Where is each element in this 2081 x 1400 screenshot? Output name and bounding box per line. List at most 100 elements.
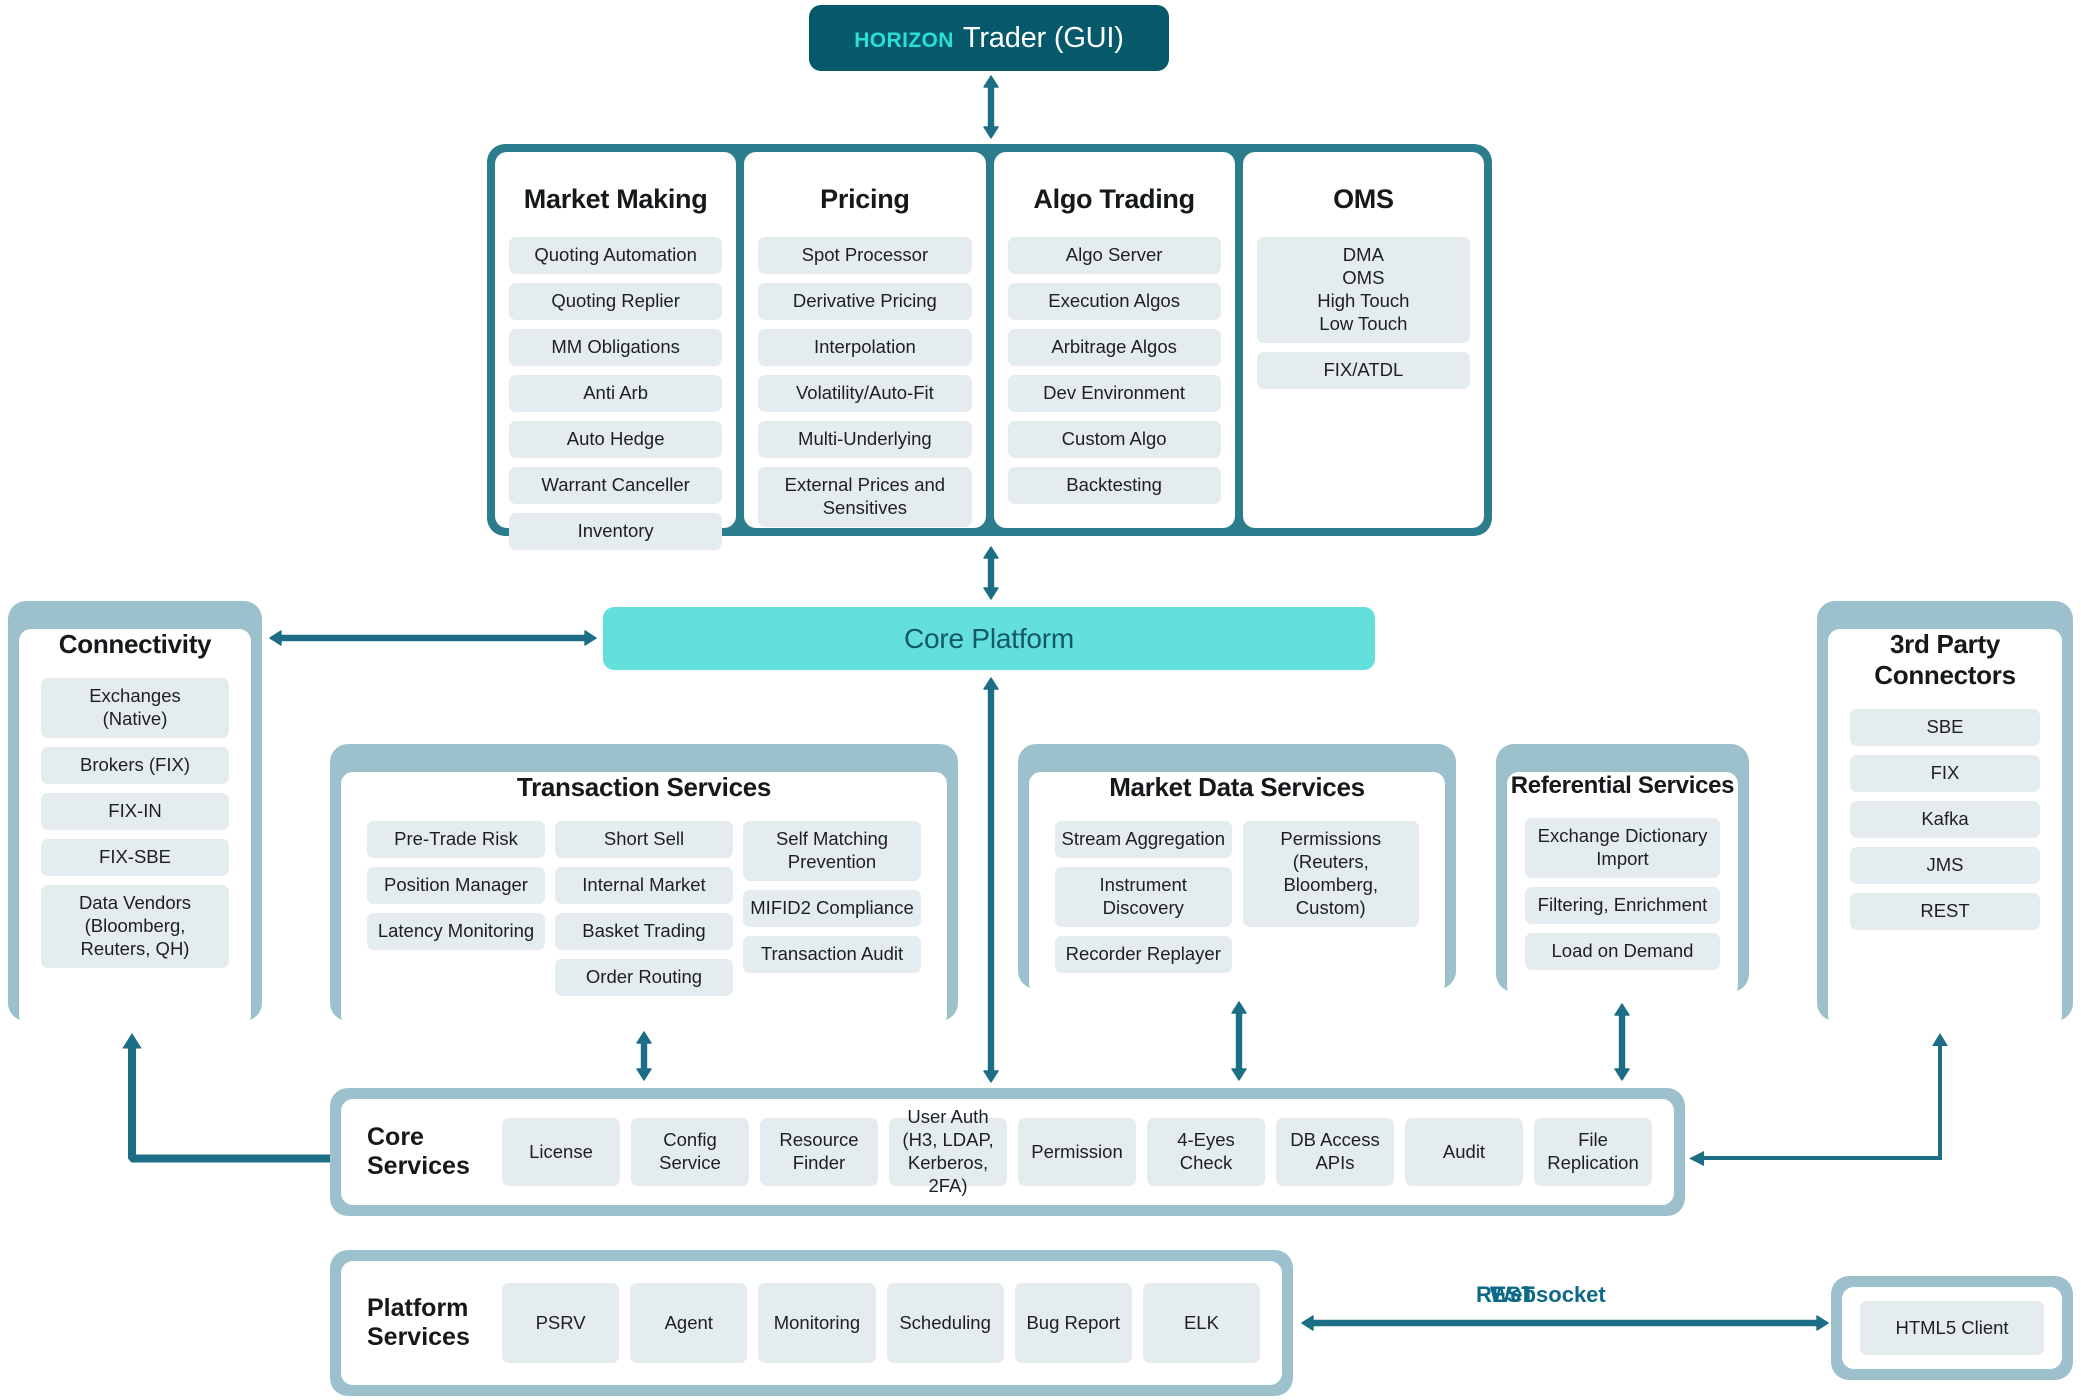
- connectivity-item[interactable]: Brokers (FIX): [41, 746, 229, 784]
- html5-client-panel: HTML5 Client: [1831, 1276, 2073, 1380]
- transaction-services-item[interactable]: Basket Trading: [555, 912, 733, 950]
- transaction-services-item[interactable]: MIFID2 Compliance: [743, 889, 921, 927]
- websocket-label: Websocket: [1490, 1282, 1606, 1307]
- transaction-services-column: Pre-Trade Risk Position Manager Latency …: [367, 821, 545, 959]
- core-platform-bar[interactable]: Core Platform: [603, 607, 1375, 670]
- transaction-services-item[interactable]: Pre-Trade Risk: [367, 821, 545, 858]
- header-subtitle: Trader (GUI): [962, 21, 1124, 54]
- transaction-services-columns: Pre-Trade Risk Position Manager Latency …: [341, 821, 947, 1005]
- transaction-services-column: Short Sell Internal Market Basket Tradin…: [555, 821, 733, 1005]
- app-item[interactable]: Auto Hedge: [509, 420, 723, 458]
- market-data-services-item[interactable]: Permissions (Reuters, Bloomberg, Custom): [1242, 821, 1419, 927]
- market-data-services-title: Market Data Services: [1109, 772, 1365, 802]
- core-services-item[interactable]: License: [502, 1118, 620, 1186]
- connector-market-data-to-core-services: [1229, 1000, 1249, 1082]
- trading-applications-panel: Market Making Quoting Automation Quoting…: [487, 144, 1492, 550]
- platform-services-item[interactable]: Monitoring: [758, 1283, 876, 1363]
- core-services-item[interactable]: Permission: [1018, 1118, 1136, 1186]
- core-services-item[interactable]: DB Access APIs: [1276, 1118, 1394, 1186]
- market-data-services-item[interactable]: Stream Aggregation: [1055, 821, 1232, 858]
- app-item[interactable]: Arbitrage Algos: [1007, 328, 1221, 366]
- html5-client-inner: HTML5 Client: [1842, 1287, 2062, 1369]
- platform-services-inner: Platform Services PSRV Agent Monitoring …: [341, 1261, 1282, 1385]
- app-item[interactable]: Spot Processor: [758, 237, 972, 274]
- app-item[interactable]: MM Obligations: [509, 328, 723, 366]
- platform-services-row: Platform Services PSRV Agent Monitoring …: [341, 1261, 1282, 1385]
- platform-services-label: Platform Services: [367, 1294, 470, 1351]
- core-services-item[interactable]: Config Service: [631, 1118, 749, 1186]
- connector-apps-to-core-platform: [981, 545, 1001, 601]
- core-services-item[interactable]: File Replication: [1534, 1118, 1652, 1186]
- transaction-services-item[interactable]: Latency Monitoring: [367, 912, 545, 950]
- connectivity-item[interactable]: Exchanges (Native): [41, 678, 229, 738]
- app-item[interactable]: Custom Algo: [1007, 420, 1221, 458]
- app-item[interactable]: Quoting Replier: [509, 282, 723, 320]
- referential-services-item[interactable]: Exchange Dictionary Import: [1525, 818, 1720, 878]
- app-item[interactable]: Execution Algos: [1007, 282, 1221, 320]
- connectivity-item[interactable]: Data Vendors (Bloomberg, Reuters, QH): [41, 884, 229, 968]
- connectivity-inner: Connectivity Exchanges (Native) Brokers …: [19, 629, 251, 1027]
- app-item[interactable]: DMA OMS High Touch Low Touch: [1256, 237, 1470, 343]
- app-item[interactable]: Dev Environment: [1007, 374, 1221, 412]
- core-services-item[interactable]: User Auth (H3, LDAP, Kerberos, 2FA): [889, 1106, 1007, 1196]
- connectivity-item[interactable]: FIX-SBE: [41, 838, 229, 876]
- platform-services-item[interactable]: Bug Report: [1014, 1283, 1132, 1363]
- column-title: Algo Trading: [1033, 184, 1195, 214]
- platform-services-item[interactable]: Agent: [630, 1283, 748, 1363]
- app-item[interactable]: Anti Arb: [509, 374, 723, 412]
- connector-connectivity-to-core-platform: [268, 628, 598, 648]
- market-data-services-item[interactable]: Recorder Replayer: [1055, 935, 1232, 973]
- app-item[interactable]: Interpolation: [758, 328, 972, 366]
- core-services-item[interactable]: 4-Eyes Check: [1147, 1118, 1265, 1186]
- platform-services-item[interactable]: PSRV: [502, 1283, 620, 1363]
- platform-services-item[interactable]: Scheduling: [886, 1283, 1004, 1363]
- referential-services-item[interactable]: Filtering, Enrichment: [1525, 886, 1720, 924]
- app-item[interactable]: Multi-Underlying: [758, 420, 972, 458]
- app-item[interactable]: Inventory: [509, 512, 723, 550]
- connectivity-items: Exchanges (Native) Brokers (FIX) FIX-IN …: [19, 678, 251, 968]
- architecture-diagram: horizon Trader (GUI) Market Making Quoti…: [0, 0, 2081, 1400]
- third-party-item[interactable]: SBE: [1850, 709, 2040, 746]
- transaction-services-item[interactable]: Short Sell: [555, 821, 733, 858]
- transaction-services-inner: Transaction Services Pre-Trade Risk Posi…: [341, 772, 947, 1027]
- app-item[interactable]: FIX/ATDL: [1256, 351, 1470, 389]
- app-column-market-making: Market Making Quoting Automation Quoting…: [495, 152, 737, 550]
- connectivity-item[interactable]: FIX-IN: [41, 792, 229, 830]
- app-column-oms: OMS DMA OMS High Touch Low Touch FIX/ATD…: [1242, 152, 1484, 528]
- connector-platform-services-to-html5-client: [1300, 1313, 1830, 1333]
- transaction-services-item[interactable]: Internal Market: [555, 866, 733, 904]
- platform-services-item[interactable]: ELK: [1142, 1283, 1261, 1363]
- referential-services-item[interactable]: Load on Demand: [1525, 932, 1720, 970]
- transaction-services-title: Transaction Services: [516, 772, 772, 802]
- app-item[interactable]: Derivative Pricing: [758, 282, 972, 320]
- core-services-panel: Core Services License Config Service Res…: [330, 1088, 1685, 1216]
- third-party-connectors-panel: 3rd Party Connectors SBE FIX Kafka JMS R…: [1817, 601, 2073, 1027]
- html5-client-item[interactable]: HTML5 Client: [1860, 1301, 2044, 1355]
- third-party-item[interactable]: REST: [1850, 892, 2040, 930]
- third-party-inner: 3rd Party Connectors SBE FIX Kafka JMS R…: [1828, 629, 2062, 1027]
- transaction-services-item[interactable]: Transaction Audit: [743, 935, 921, 973]
- app-item[interactable]: Backtesting: [1007, 466, 1221, 504]
- core-services-item[interactable]: Audit: [1405, 1118, 1523, 1186]
- core-platform-label: Core Platform: [903, 622, 1075, 654]
- transaction-services-item[interactable]: Self Matching Prevention: [743, 821, 921, 881]
- market-data-services-column: Stream Aggregation Instrument Discovery …: [1055, 821, 1232, 982]
- app-item[interactable]: Quoting Automation: [509, 237, 723, 274]
- app-item[interactable]: Algo Server: [1007, 237, 1221, 274]
- market-data-services-item[interactable]: Instrument Discovery: [1055, 866, 1232, 927]
- connectivity-title: Connectivity: [58, 629, 212, 659]
- platform-services-panel: Platform Services PSRV Agent Monitoring …: [330, 1250, 1293, 1396]
- third-party-item[interactable]: FIX: [1850, 754, 2040, 792]
- connector-connectivity-to-core-services: [110, 1030, 350, 1180]
- app-item[interactable]: External Prices and Sensitives: [758, 466, 972, 527]
- transaction-services-item[interactable]: Order Routing: [555, 958, 733, 996]
- third-party-item[interactable]: JMS: [1850, 846, 2040, 884]
- referential-services-items: Exchange Dictionary Import Filtering, En…: [1507, 818, 1738, 970]
- app-item[interactable]: Warrant Canceller: [509, 466, 723, 504]
- referential-services-inner: Referential Services Exchange Dictionary…: [1507, 772, 1738, 998]
- connector-header-to-apps: [981, 74, 1001, 140]
- app-item[interactable]: Volatility/Auto-Fit: [758, 374, 972, 412]
- core-services-item[interactable]: Resource Finder: [760, 1118, 878, 1186]
- transaction-services-item[interactable]: Position Manager: [367, 866, 545, 904]
- third-party-item[interactable]: Kafka: [1850, 800, 2040, 838]
